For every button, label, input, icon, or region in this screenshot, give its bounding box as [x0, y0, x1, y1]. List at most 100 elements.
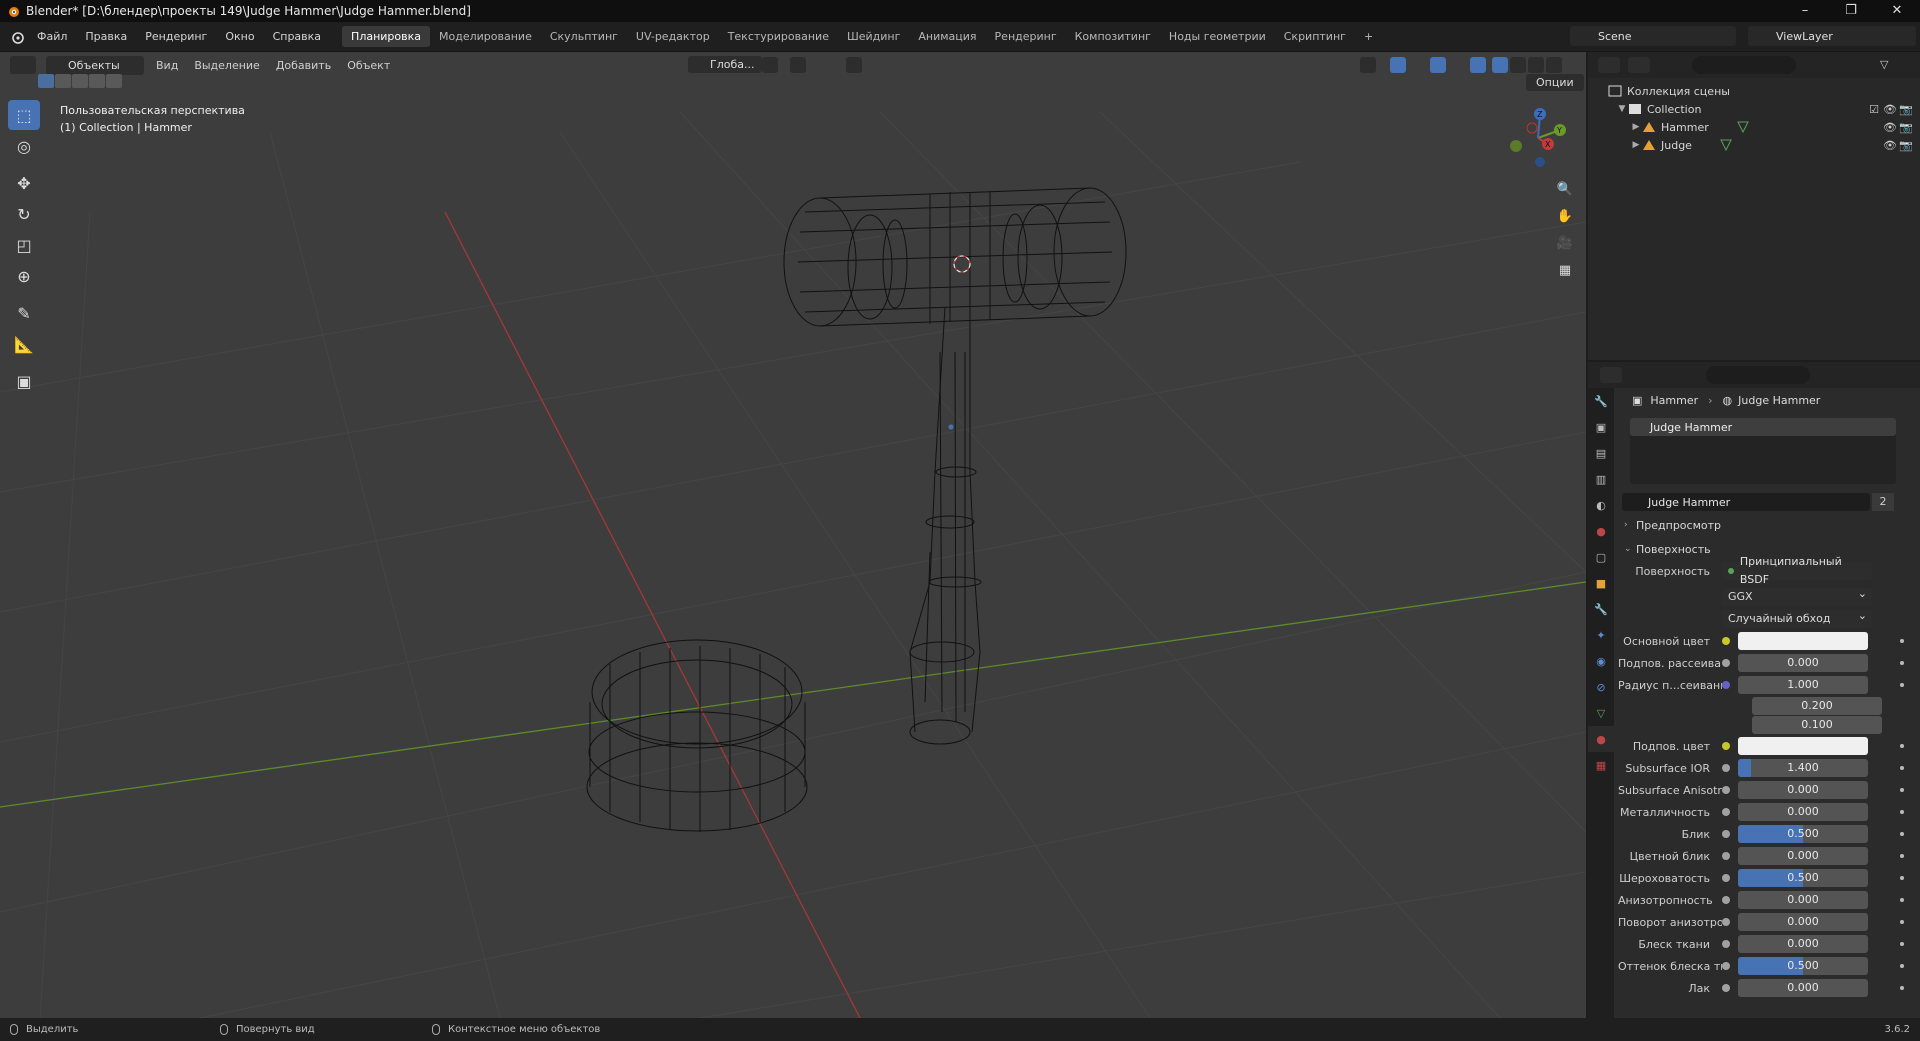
measure-tool-icon[interactable]: 📐	[8, 329, 40, 359]
workspace-tab[interactable]: Скульптинг	[541, 26, 627, 47]
menu-item[interactable]: Рендеринг	[145, 30, 207, 43]
workspace-tab[interactable]: Шейдинг	[838, 26, 909, 47]
add-cube-tool-icon[interactable]: ▣	[8, 366, 40, 396]
surface-shader-selector[interactable]: Принципиальный BSDF	[1722, 555, 1872, 586]
collection-camera-icon[interactable]: 📷	[1898, 103, 1914, 116]
keyframe-dot-icon[interactable]	[1900, 942, 1904, 946]
keyframe-dot-icon[interactable]	[1900, 683, 1904, 687]
physics-tab-icon[interactable]: ◉	[1588, 648, 1614, 674]
keyframe-dot-icon[interactable]	[1900, 766, 1904, 770]
constraints-tab-icon[interactable]: ⊘	[1588, 674, 1614, 700]
menu-item[interactable]: Правка	[85, 30, 127, 43]
render-tab-icon[interactable]: ▣	[1588, 414, 1614, 440]
numeric-field[interactable]: 0.500	[1738, 825, 1868, 843]
viewport-menu-item[interactable]: Выделение	[194, 59, 260, 72]
viewport-menu-item[interactable]: Вид	[156, 59, 178, 72]
numeric-field[interactable]: 0.000	[1738, 891, 1868, 909]
collection-expand-icon[interactable]: ▼	[1616, 104, 1628, 114]
close-button[interactable]: ✕	[1874, 0, 1920, 22]
move-tool-icon[interactable]: ✥	[8, 168, 40, 198]
select-extend-icon[interactable]	[55, 74, 71, 88]
camera-view-icon[interactable]: 🎥	[1552, 230, 1578, 256]
select-subtract-icon[interactable]	[72, 74, 88, 88]
scene-selector[interactable]: Scene	[1570, 26, 1736, 46]
blender-menu-icon[interactable]	[10, 30, 24, 44]
vector-component-field[interactable]: 0.100	[1752, 716, 1882, 734]
material-slot-item[interactable]: Judge Hammer	[1630, 418, 1896, 436]
keyframe-dot-icon[interactable]	[1900, 898, 1904, 902]
distribution-selector[interactable]: GGX	[1722, 585, 1872, 606]
keyframe-dot-icon[interactable]	[1900, 788, 1904, 792]
maximize-button[interactable]: ❐	[1828, 0, 1874, 22]
socket-icon[interactable]	[1722, 962, 1730, 970]
workspace-tab[interactable]: Композитинг	[1066, 26, 1160, 47]
material-tab-icon[interactable]: ●	[1588, 726, 1614, 752]
output-tab-icon[interactable]: ▤	[1588, 440, 1614, 466]
keyframe-dot-icon[interactable]	[1900, 986, 1904, 990]
overlay-toggle-icon[interactable]	[1430, 57, 1446, 73]
annotate-tool-icon[interactable]: ✎	[8, 298, 40, 328]
editor-type-button[interactable]	[10, 56, 36, 74]
proportional-edit-icon[interactable]	[846, 57, 862, 73]
socket-icon[interactable]	[1722, 874, 1730, 882]
cursor-tool-icon[interactable]: ◎	[8, 131, 40, 161]
numeric-field[interactable]: 0.000	[1738, 935, 1868, 953]
properties-editor-type-button[interactable]	[1600, 367, 1622, 383]
color-swatch[interactable]	[1738, 632, 1868, 650]
workspace-tab[interactable]: Моделирование	[430, 26, 541, 47]
numeric-field[interactable]: 0.000	[1738, 803, 1868, 821]
keyframe-dot-icon[interactable]	[1900, 832, 1904, 836]
select-box-tool-icon[interactable]: ⬚	[8, 100, 40, 130]
judge-expand-icon[interactable]: ▶	[1630, 140, 1642, 150]
mode-selector[interactable]: Объекты	[46, 55, 144, 75]
socket-icon[interactable]	[1722, 808, 1730, 816]
workspace-tab[interactable]: Текстурирование	[719, 26, 838, 47]
texture-tab-icon[interactable]: ▦	[1588, 752, 1614, 778]
outliner-object-row[interactable]: ▶ Judge 👁 📷	[1588, 136, 1920, 154]
options-button[interactable]: Опции	[1526, 74, 1584, 91]
scene-tab-icon[interactable]: ◐	[1588, 492, 1614, 518]
outliner-object-row[interactable]: ▶ Hammer 👁 📷	[1588, 118, 1920, 136]
keyframe-dot-icon[interactable]	[1900, 854, 1904, 858]
keyframe-dot-icon[interactable]	[1900, 810, 1904, 814]
world-tab-icon[interactable]: ●	[1588, 518, 1614, 544]
socket-icon[interactable]	[1722, 681, 1730, 689]
material-shading-icon[interactable]	[1528, 57, 1544, 73]
gizmo-toggle-icon[interactable]	[1390, 57, 1406, 73]
socket-icon[interactable]	[1722, 786, 1730, 794]
xray-toggle-icon[interactable]	[1470, 57, 1486, 73]
hammer-eye-icon[interactable]: 👁	[1882, 121, 1898, 134]
socket-icon[interactable]	[1722, 918, 1730, 926]
preview-panel-header[interactable]: › Предпросмотр	[1618, 514, 1920, 536]
material-slot-list[interactable]: Judge Hammer	[1630, 418, 1896, 484]
workspace-tab[interactable]: Рендеринг	[986, 26, 1066, 47]
select-invert-icon[interactable]	[89, 74, 105, 88]
outliner-editor-type-button[interactable]	[1598, 57, 1620, 73]
numeric-field[interactable]: 1.000	[1738, 676, 1868, 694]
socket-icon[interactable]	[1722, 984, 1730, 992]
socket-icon[interactable]	[1722, 764, 1730, 772]
keyframe-dot-icon[interactable]	[1900, 920, 1904, 924]
ortho-grid-icon[interactable]: ▦	[1552, 257, 1578, 283]
data-tab-icon[interactable]: ▽	[1588, 700, 1614, 726]
material-users-count[interactable]: 2	[1872, 493, 1894, 511]
hammer-camera-icon[interactable]: 📷	[1898, 121, 1914, 134]
numeric-field[interactable]: 0.500	[1738, 869, 1868, 887]
judge-camera-icon[interactable]: 📷	[1898, 139, 1914, 152]
workspace-tab[interactable]: Планировка	[342, 26, 431, 47]
particles-tab-icon[interactable]: ✦	[1588, 622, 1614, 648]
color-swatch[interactable]	[1738, 737, 1868, 755]
socket-icon[interactable]	[1722, 637, 1730, 645]
keyframe-dot-icon[interactable]	[1900, 639, 1904, 643]
menu-item[interactable]: Справка	[273, 30, 321, 43]
rendered-shading-icon[interactable]	[1546, 57, 1562, 73]
pan-hand-icon[interactable]: ✋	[1552, 203, 1578, 229]
workspace-tab[interactable]: Скриптинг	[1275, 26, 1355, 47]
rotate-tool-icon[interactable]: ↻	[8, 199, 40, 229]
socket-icon[interactable]	[1722, 852, 1730, 860]
display-mode-button[interactable]	[1628, 57, 1650, 73]
transform-orientation-selector[interactable]: Глоба...	[688, 56, 763, 73]
transform-tool-icon[interactable]: ⊕	[8, 261, 40, 291]
socket-icon[interactable]	[1722, 940, 1730, 948]
workspace-tab[interactable]: UV-редактор	[627, 26, 719, 47]
